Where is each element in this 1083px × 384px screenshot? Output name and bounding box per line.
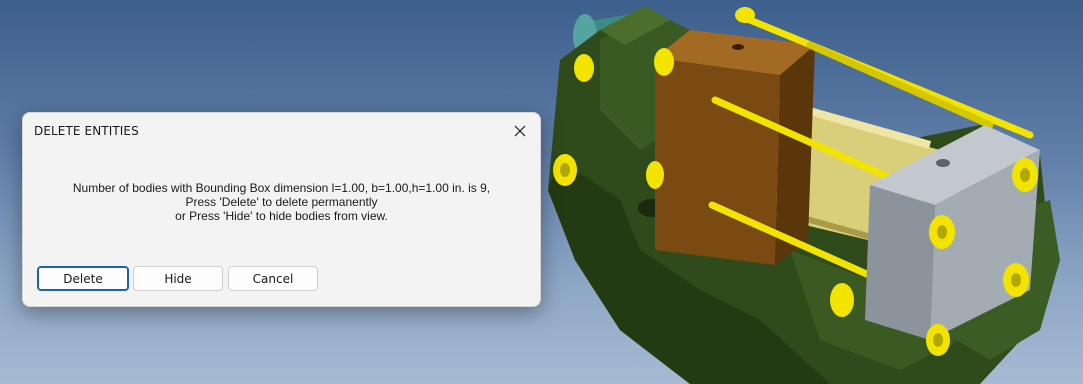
- message-line-1: Number of bodies with Bounding Box dimen…: [72, 181, 491, 195]
- dialog-message: Number of bodies with Bounding Box dimen…: [23, 181, 540, 223]
- message-line-2: Press 'Delete' to delete permanently: [185, 195, 378, 209]
- hide-button[interactable]: Hide: [133, 266, 223, 291]
- delete-entities-dialog: DELETE ENTITIES Number of bodies with Bo…: [22, 112, 541, 307]
- delete-button[interactable]: Delete: [37, 266, 129, 291]
- brown-flange[interactable]: [655, 30, 815, 265]
- dialog-title: DELETE ENTITIES: [34, 124, 139, 138]
- 3d-viewport[interactable]: DELETE ENTITIES Number of bodies with Bo…: [0, 0, 1083, 384]
- message-line-3: or Press 'Hide' to hide bodies from view…: [175, 209, 388, 223]
- close-icon[interactable]: [510, 121, 530, 141]
- cancel-button[interactable]: Cancel: [228, 266, 318, 291]
